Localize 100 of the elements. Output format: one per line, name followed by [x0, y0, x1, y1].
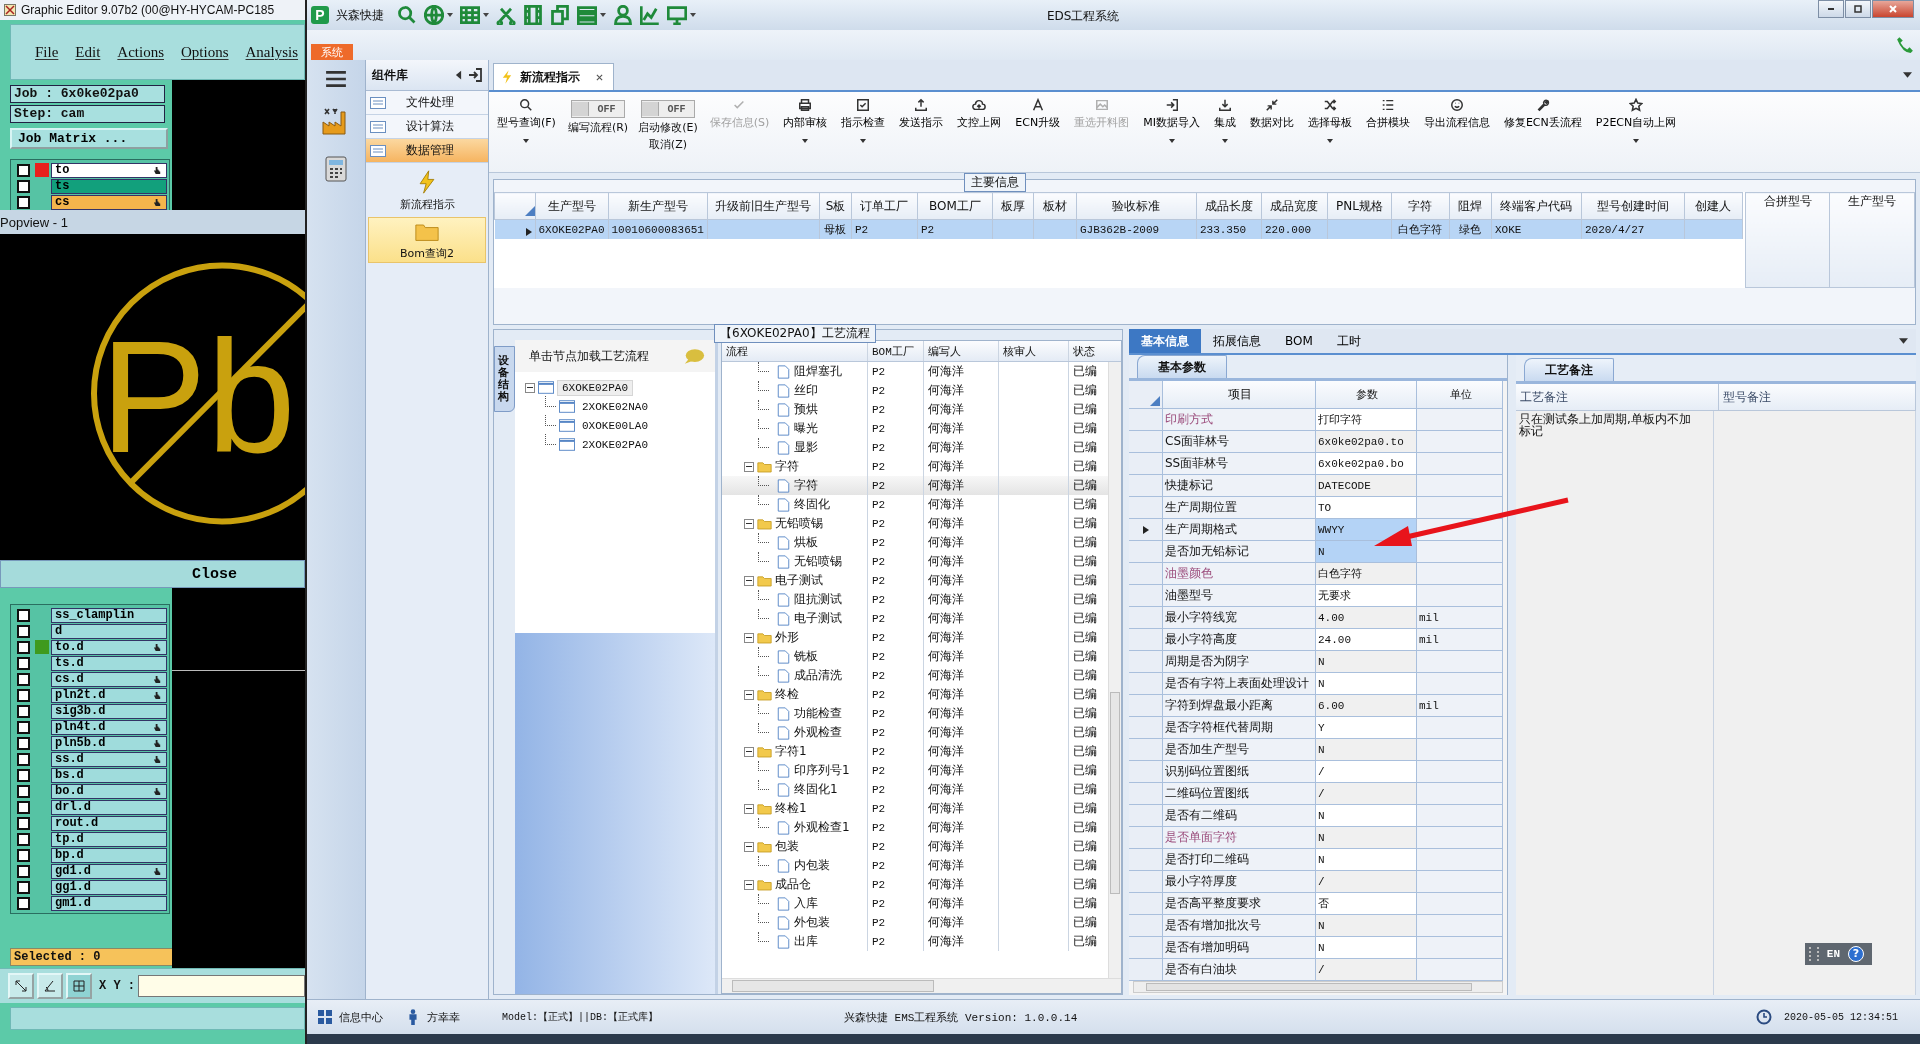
column-header[interactable]: 型号创建时间 [1581, 192, 1685, 220]
tree-node[interactable]: 2XOKE02PA0 [578, 437, 652, 452]
toolbar-button[interactable]: 集成 [1211, 98, 1238, 143]
layer-checkbox[interactable] [17, 864, 30, 878]
dropdown-icon[interactable] [1903, 72, 1912, 78]
layer-checkbox[interactable] [17, 896, 30, 910]
process-step[interactable]: 外观检查 [794, 724, 842, 741]
parameter-value[interactable]: N [1316, 849, 1417, 871]
layer-checkbox[interactable] [17, 608, 30, 622]
detail-tab[interactable]: 拓展信息 [1201, 329, 1273, 353]
process-step[interactable]: 终固化1 [794, 781, 838, 798]
column-header[interactable]: 单位 [1417, 381, 1503, 409]
chart-icon[interactable] [640, 5, 660, 25]
layer-name[interactable]: cs.d [51, 671, 167, 687]
process-step[interactable]: 终检 [775, 686, 799, 703]
module-item[interactable]: Bom查询2 [368, 217, 486, 263]
parameter-value[interactable]: N [1316, 541, 1417, 563]
expander-icon[interactable] [744, 841, 754, 852]
panel-tab[interactable]: 工艺备注 [1524, 358, 1614, 381]
close-button[interactable]: Close [0, 560, 305, 588]
expander-icon[interactable] [744, 803, 754, 814]
toolbar-button[interactable]: MI数据导入 [1141, 98, 1202, 143]
parameter-value[interactable]: N [1316, 805, 1417, 827]
category-item[interactable]: 数据管理 [366, 139, 488, 163]
toolbar-button[interactable]: 发送指示 [897, 98, 946, 130]
column-header[interactable]: 订单工厂 [851, 192, 918, 220]
layer-checkbox[interactable] [17, 656, 30, 670]
copy-icon[interactable] [550, 5, 570, 25]
process-step[interactable]: 外观检查1 [794, 819, 850, 836]
parameter-value[interactable]: 打印字符 [1316, 409, 1417, 431]
column-header[interactable]: 合拼型号 [1745, 192, 1830, 288]
document-tab[interactable]: 新流程指示 [493, 63, 614, 90]
parameter-value[interactable]: 4.00 [1316, 607, 1417, 629]
menu-item[interactable]: Options [181, 43, 229, 61]
process-step[interactable]: 电子测试 [794, 610, 842, 627]
layer-name[interactable]: pln4t.d [51, 719, 167, 735]
column-header[interactable]: 流程 [722, 341, 868, 361]
layer-name[interactable]: drl.d [51, 799, 167, 815]
parameter-value[interactable]: 24.00 [1316, 629, 1417, 651]
layer-checkbox[interactable] [17, 768, 30, 782]
process-step[interactable]: 字符 [794, 477, 818, 494]
expander-icon[interactable] [744, 879, 754, 890]
horizontal-scrollbar[interactable] [722, 978, 1121, 993]
expander-icon[interactable] [744, 461, 754, 472]
film-icon[interactable] [523, 5, 543, 25]
layer-name[interactable]: gg1.d [51, 879, 167, 895]
collapse-icon[interactable] [455, 70, 462, 80]
table-row[interactable]: 6XOKE02PA0 10010600083651 母板 P2 P2 GJB362B-2009 233.350 220.000 白色字符 绿色 XOKE 2020/4/27 [494, 219, 1743, 239]
expander-icon[interactable] [744, 746, 754, 757]
horizontal-scrollbar[interactable] [1133, 981, 1503, 993]
process-step[interactable]: 外形 [775, 629, 799, 646]
layer-checkbox[interactable] [17, 720, 30, 734]
layer-name[interactable]: gm1.d [51, 895, 167, 911]
parameter-value[interactable]: Y [1316, 717, 1417, 739]
layer-checkbox[interactable] [17, 624, 30, 638]
phone-icon[interactable] [1896, 36, 1914, 54]
monitor-icon[interactable] [667, 5, 687, 25]
process-step[interactable]: 阻焊塞孔 [794, 363, 842, 380]
person-icon[interactable] [613, 5, 633, 25]
menu-item[interactable]: Edit [75, 43, 101, 61]
toggle-switch[interactable]: OFF [640, 100, 695, 118]
column-header[interactable]: 板材 [1033, 192, 1077, 220]
close-icon[interactable] [596, 73, 603, 81]
layer-checkbox[interactable] [17, 880, 30, 894]
layer-checkbox[interactable] [17, 672, 30, 686]
process-step[interactable]: 丝印 [794, 382, 818, 399]
process-step[interactable]: 功能检查 [794, 705, 842, 722]
detail-tab[interactable]: 工时 [1324, 329, 1373, 353]
minimize-button[interactable] [1818, 0, 1844, 18]
tree-node[interactable]: 6XOKE02PA0 [557, 379, 633, 396]
column-header[interactable]: 成品长度 [1196, 192, 1262, 220]
layer-checkbox[interactable] [17, 736, 30, 750]
detail-tab[interactable]: 基本信息 [1129, 329, 1201, 353]
globe-icon[interactable] [424, 5, 444, 25]
parameter-value[interactable]: / [1316, 783, 1417, 805]
layer-checkbox[interactable] [17, 800, 30, 814]
language-label[interactable]: EN [1826, 948, 1840, 960]
process-step[interactable]: 终检1 [775, 800, 807, 817]
parameter-value[interactable]: N [1316, 651, 1417, 673]
layer-name[interactable]: bp.d [51, 847, 167, 863]
column-header[interactable]: 生产型号 [535, 192, 608, 220]
layer-name[interactable]: bo.d [51, 783, 167, 799]
layer-checkbox[interactable] [17, 816, 30, 830]
expander-icon[interactable] [525, 382, 535, 393]
process-step[interactable]: 曝光 [794, 420, 818, 437]
layer-name[interactable]: cs [51, 194, 167, 210]
process-step[interactable]: 电子测试 [775, 572, 823, 589]
layer-name[interactable]: pln2t.d [51, 687, 167, 703]
parameter-value[interactable]: DATECODE [1316, 475, 1417, 497]
parameter-value[interactable]: 白色字符 [1316, 563, 1417, 585]
layer-name[interactable]: ts.d [51, 655, 167, 671]
grid-icon[interactable] [317, 1009, 333, 1025]
column-header[interactable]: 编写人 [924, 341, 999, 361]
tool-button[interactable] [37, 973, 63, 999]
column-header[interactable]: 板厚 [992, 192, 1034, 220]
layer-name[interactable]: rout.d [51, 815, 167, 831]
column-header[interactable]: 创建人 [1684, 192, 1743, 220]
process-step[interactable]: 无铅喷锡 [775, 515, 823, 532]
layer-name[interactable]: tp.d [51, 831, 167, 847]
parameter-value[interactable]: 6x0ke02pa0.bo [1316, 453, 1417, 475]
